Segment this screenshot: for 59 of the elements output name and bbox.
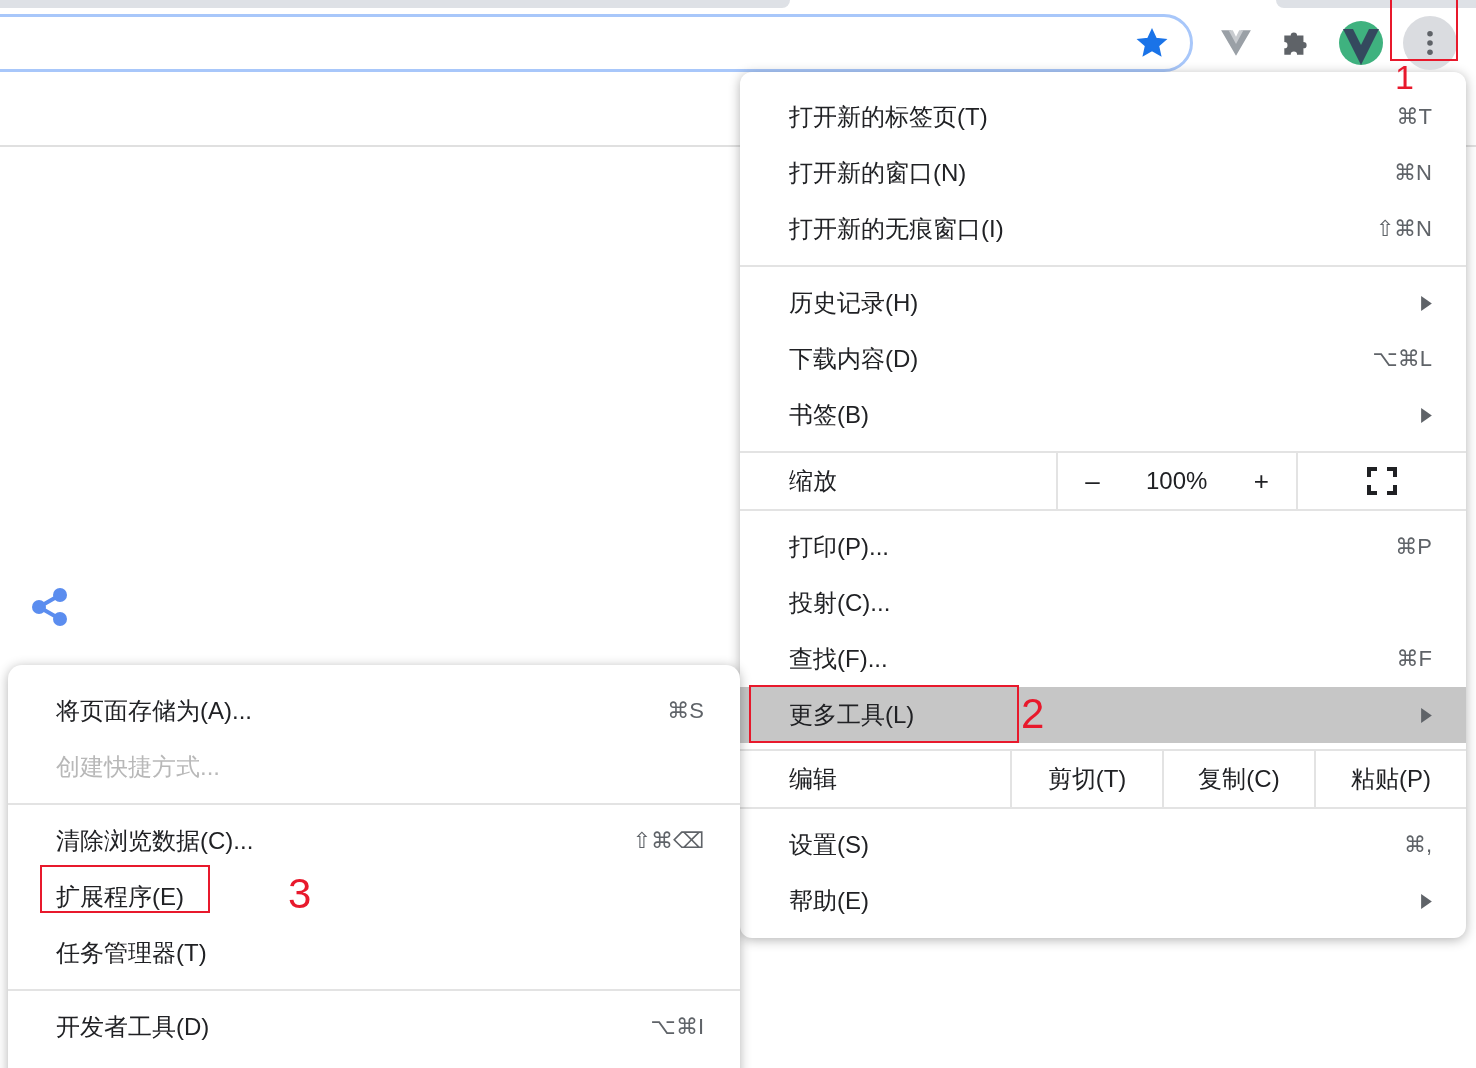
annotation-number: 2 — [1021, 693, 1045, 735]
shortcut-label: ⌘P — [1395, 534, 1432, 560]
shortcut-label: ⌘F — [1396, 646, 1432, 672]
menu-item[interactable]: 将页面存储为(A)... ⌘S — [8, 683, 740, 739]
edit-button[interactable]: 粘贴(P) — [1314, 751, 1466, 807]
menu-item[interactable]: 任务管理器(T) — [8, 925, 740, 981]
shortcut-label: ⌘S — [667, 698, 704, 724]
menu-item-label: 书签(B) — [789, 401, 869, 428]
shortcut-label: ⌥⌘L — [1372, 346, 1432, 372]
menu-item-label: 任务管理器(T) — [56, 939, 207, 966]
avatar-icon[interactable] — [1339, 21, 1383, 65]
menu-item[interactable]: 书签(B) — [740, 387, 1466, 443]
fullscreen-button[interactable] — [1367, 467, 1397, 495]
menu-item-label: 打开新的标签页(T) — [789, 103, 988, 130]
menu-item-label: 打开新的无痕窗口(I) — [789, 215, 1004, 242]
menu-item-label: 创建快捷方式... — [56, 753, 220, 780]
menu-item[interactable]: 下载内容(D) ⌥⌘L — [740, 331, 1466, 387]
menu-item[interactable]: 设置(S) ⌘, — [740, 817, 1466, 873]
menu-item[interactable]: 查找(F)... ⌘F — [740, 631, 1466, 687]
menu-item-label: 打开新的窗口(N) — [789, 159, 967, 186]
menu-item-label: 历史记录(H) — [789, 289, 919, 316]
menu-item[interactable]: 扩展程序(E) 3 — [8, 869, 740, 925]
menu-item[interactable]: 打开新的无痕窗口(I) ⇧⌘N — [740, 201, 1466, 257]
menu-item-label: 投射(C)... — [789, 589, 891, 616]
annotation-number: 3 — [288, 873, 312, 915]
shortcut-label: ⇧⌘⌫ — [632, 828, 704, 854]
bookmark-star-icon[interactable] — [1136, 27, 1168, 59]
zoom-out-button[interactable]: – — [1077, 461, 1108, 501]
zoom-label: 缩放 — [788, 466, 838, 496]
menu-item[interactable]: 历史记录(H) — [740, 275, 1466, 331]
menu-item-label: 将页面存储为(A)... — [56, 697, 252, 724]
more-vertical-icon — [1426, 30, 1434, 56]
menu-item-label: 开发者工具(D) — [56, 1013, 210, 1040]
shortcut-label: ⌘, — [1403, 832, 1432, 858]
menu-item-label: 打印(P)... — [789, 533, 889, 560]
edit-label: 编辑 — [788, 764, 838, 794]
menu-item[interactable]: 开发者工具(D) ⌥⌘I — [8, 999, 740, 1055]
menu-item[interactable]: 帮助(E) — [740, 873, 1466, 929]
menu-item[interactable]: 投射(C)... — [740, 575, 1466, 631]
zoom-value: 100% — [1145, 467, 1208, 495]
menu-item-label: 帮助(E) — [789, 887, 869, 914]
shortcut-label: ⌘T — [1396, 104, 1432, 130]
menu-item[interactable]: 更多工具(L) 2 — [740, 687, 1466, 743]
menu-item-label: 清除浏览数据(C)... — [56, 827, 254, 854]
menu-item-label: 设置(S) — [789, 831, 869, 858]
zoom-in-button[interactable]: + — [1245, 461, 1277, 501]
menu-item-label: 更多工具(L) — [789, 701, 915, 728]
shortcut-label: ⌥⌘I — [650, 1014, 704, 1040]
annotation-box — [1390, 0, 1458, 61]
share-icon[interactable] — [30, 587, 70, 627]
menu-item[interactable]: 打开新的窗口(N) ⌘N — [740, 145, 1466, 201]
menu-item-label: 下载内容(D) — [789, 345, 919, 372]
shortcut-label: ⌘N — [1394, 160, 1432, 186]
menu-item[interactable]: 打印(P)... ⌘P — [740, 519, 1466, 575]
menu-item[interactable]: 清除浏览数据(C)... ⇧⌘⌫ — [8, 813, 740, 869]
menu-item-label: 扩展程序(E) — [56, 883, 184, 910]
shortcut-label: ⇧⌘N — [1375, 216, 1432, 242]
fullscreen-icon — [1367, 467, 1397, 495]
menu-item-label: 查找(F)... — [789, 645, 888, 672]
